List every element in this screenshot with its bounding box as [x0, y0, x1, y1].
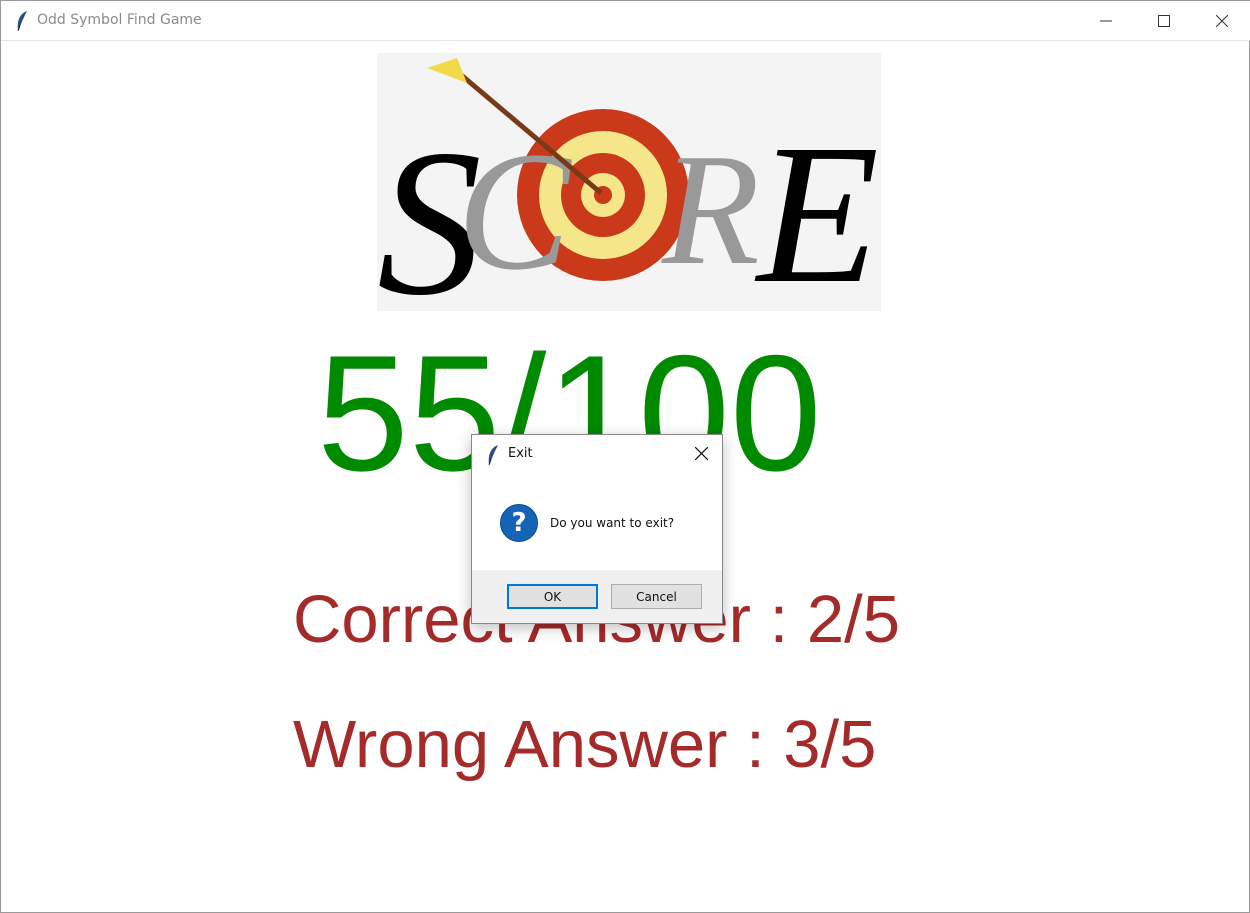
- svg-text:R: R: [661, 120, 760, 298]
- feather-icon: [488, 445, 498, 466]
- svg-text:C: C: [457, 117, 572, 305]
- exit-dialog: Exit ? Do you want to exit? OK Cancel: [471, 434, 723, 624]
- feather-icon: [17, 11, 27, 32]
- cancel-button[interactable]: Cancel: [611, 584, 702, 609]
- maximize-icon: [1158, 15, 1170, 27]
- maximize-button[interactable]: [1135, 1, 1193, 41]
- close-icon: [1216, 15, 1228, 27]
- wrong-answer-text: Wrong Answer : 3/5: [293, 707, 877, 782]
- dialog-title: Exit: [508, 446, 533, 461]
- score-logo-image: S C R E: [377, 53, 881, 339]
- dialog-message: Do you want to exit?: [550, 516, 675, 530]
- svg-text:E: E: [754, 104, 879, 311]
- minimize-button[interactable]: [1077, 1, 1135, 41]
- minimize-icon: [1100, 20, 1112, 22]
- close-button[interactable]: [1193, 1, 1250, 41]
- question-icon: ?: [500, 504, 538, 542]
- dialog-footer: OK Cancel: [472, 570, 722, 623]
- close-icon: [694, 446, 708, 460]
- window-title: Odd Symbol Find Game: [37, 12, 202, 28]
- title-bar: Odd Symbol Find Game: [1, 1, 1250, 41]
- ok-button[interactable]: OK: [507, 584, 598, 609]
- dialog-close-button[interactable]: [688, 441, 714, 465]
